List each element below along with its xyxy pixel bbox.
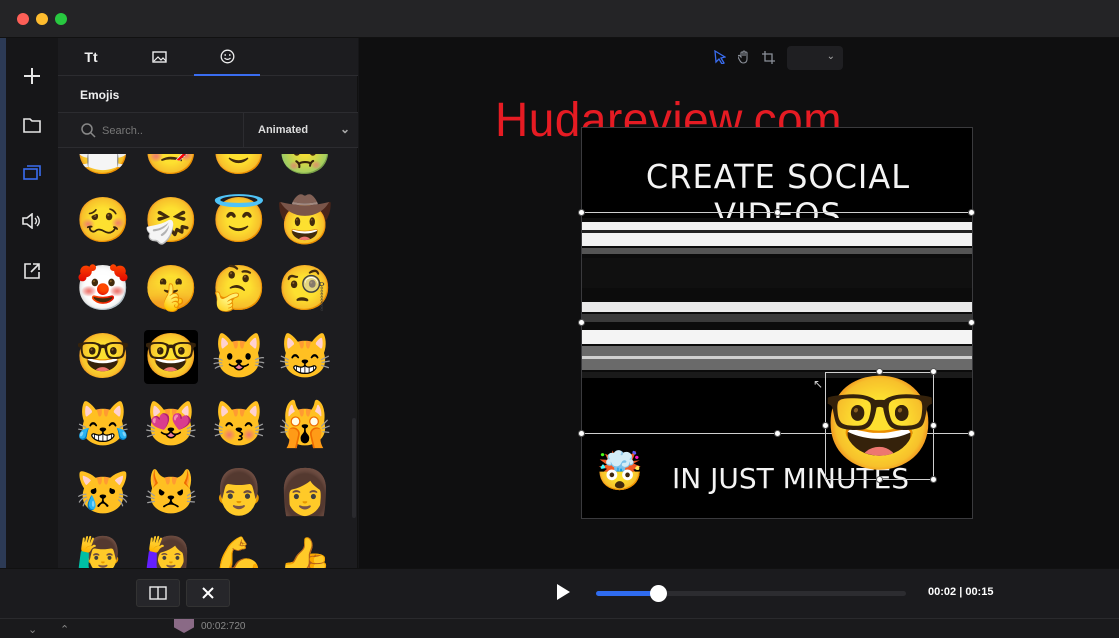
tab-emojis[interactable] (194, 38, 260, 76)
assets-panel: Tt Emojis Animated ⌄ 😷 🤒 🙂 🤢 🥴🤧😇🤠 🤡🤫🤔🧐 🤓🤓 😺😸 😹😻😽… (58, 38, 358, 568)
export-icon[interactable] (18, 257, 46, 285)
audio-icon[interactable] (18, 207, 46, 235)
resize-handle[interactable] (774, 430, 781, 437)
search-row: Animated ⌄ (58, 112, 358, 148)
emoji-resize-handle[interactable] (876, 368, 883, 375)
overlay-nerd-emoji[interactable]: 🤓 (823, 369, 938, 479)
emoji-item[interactable]: 🤡 (76, 262, 131, 316)
emoji-icon (220, 49, 234, 63)
search-input[interactable] (102, 123, 232, 139)
zoom-dropdown[interactable]: ⌄ (787, 46, 843, 70)
chevron-down-icon: ⌄ (339, 122, 350, 136)
tab-text[interactable]: Tt (58, 38, 124, 76)
emoji-item[interactable]: 👩 (278, 466, 333, 520)
section-title: Emojis (80, 88, 120, 102)
play-button[interactable] (555, 583, 573, 603)
resize-handle[interactable] (578, 319, 585, 326)
emoji-grid: 😷 🤒 🙂 🤢 🥴🤧😇🤠 🤡🤫🤔🧐 🤓🤓 😺😸 😹😻😽🙀 😿😾👨👩 🙋‍♂️ 🙋‍♀️ 💪 👍 (58, 154, 358, 568)
image-icon (151, 51, 167, 63)
emoji-item[interactable]: 😻 (144, 398, 199, 452)
emoji-item[interactable]: 😷 (76, 154, 131, 180)
playhead-time: 00:02:720 (201, 621, 246, 632)
mind-blown-emoji[interactable]: 🤯 (596, 450, 643, 494)
close-window-button[interactable] (17, 13, 29, 25)
emoji-item[interactable]: 🥴 (76, 194, 131, 248)
timecode: 00:02 | 00:15 (928, 586, 994, 598)
emoji-item[interactable]: 😾 (144, 466, 199, 520)
layers-icon[interactable] (18, 159, 46, 187)
app-window: Tt Emojis Animated ⌄ 😷🤒🙂🤢🥴🤧😇🤠🤡🤫🤔🧐🤓🤓😺😸😹😻😽… (0, 0, 1119, 638)
emoji-item[interactable]: 🤢 (278, 154, 333, 180)
video-title-block: CREATE SOCIAL VIDEOS (582, 128, 972, 235)
emoji-item[interactable]: 🙂 (212, 154, 267, 180)
panel-tabs: Tt (58, 38, 358, 76)
emoji-item[interactable]: 🤒 (144, 154, 199, 180)
emoji-resize-handle[interactable] (930, 422, 937, 429)
emoji-resize-handle[interactable] (930, 368, 937, 375)
playback-progress (596, 591, 658, 596)
emoji-item[interactable]: 🤠 (278, 194, 333, 248)
emoji-item[interactable]: 🤔 (212, 262, 267, 316)
maximize-window-button[interactable] (55, 13, 67, 25)
split-button[interactable] (136, 579, 180, 607)
playback-bar: 00:02 | 00:15 (0, 568, 1119, 618)
emoji-item[interactable]: 🤓 (76, 330, 131, 384)
hand-pan-icon[interactable] (735, 48, 753, 66)
emoji-item[interactable]: 🙋‍♀️ (144, 534, 199, 569)
tab-images[interactable] (126, 38, 192, 76)
rotate-icon[interactable]: ↖ (813, 377, 823, 391)
emoji-resize-handle[interactable] (930, 476, 937, 483)
panel-scrollbar[interactable] (352, 418, 356, 518)
emoji-item[interactable]: 🤫 (144, 262, 199, 316)
resize-handle[interactable] (968, 209, 975, 216)
resize-handle[interactable] (578, 430, 585, 437)
scrubber-handle[interactable] (650, 585, 667, 602)
emoji-item[interactable]: 😇 (212, 194, 267, 248)
emoji-resize-handle[interactable] (876, 476, 883, 483)
text-icon: Tt (84, 49, 98, 65)
resize-handle[interactable] (968, 319, 975, 326)
resize-handle[interactable] (578, 209, 585, 216)
close-icon (202, 587, 214, 599)
emoji-item[interactable]: 🤓 (144, 330, 198, 384)
emoji-item[interactable]: 👨 (212, 466, 267, 520)
glitch-video-layer[interactable] (582, 218, 972, 378)
emoji-item[interactable]: 😿 (76, 466, 131, 520)
resize-handle[interactable] (774, 209, 781, 216)
minimize-window-button[interactable] (36, 13, 48, 25)
folder-icon[interactable] (18, 111, 46, 139)
play-icon (557, 584, 570, 600)
chevron-up-icon[interactable]: ⌃ (60, 623, 69, 636)
tool-rail (6, 38, 58, 568)
emoji-item[interactable]: 😽 (212, 398, 267, 452)
chevron-down-icon: ⌄ (826, 51, 835, 62)
search-icon (81, 123, 96, 138)
delete-button[interactable] (186, 579, 230, 607)
emoji-item[interactable]: 🙀 (278, 398, 333, 452)
emoji-item[interactable]: 🧐 (278, 262, 333, 316)
emoji-item[interactable]: 😸 (278, 330, 333, 384)
add-icon[interactable] (18, 62, 46, 90)
filter-value: Animated (258, 124, 309, 136)
emoji-item[interactable]: 💪 (212, 534, 267, 569)
playhead-marker[interactable] (174, 619, 194, 633)
emoji-item[interactable]: 😹 (76, 398, 131, 452)
timeline: ⌄ ⌃ 00:02:720 (0, 618, 1119, 638)
emoji-item[interactable]: 😺 (212, 330, 267, 384)
select-pointer-icon[interactable] (711, 48, 729, 66)
emoji-item[interactable]: 👍 (278, 534, 333, 569)
animation-filter-dropdown[interactable]: Animated ⌄ (243, 113, 358, 147)
emoji-item[interactable]: 🤧 (144, 194, 199, 248)
emoji-resize-handle[interactable] (822, 422, 829, 429)
emoji-item[interactable]: 🙋‍♂️ (76, 534, 131, 569)
resize-handle[interactable] (968, 430, 975, 437)
title-bar (0, 0, 1119, 38)
split-icon (149, 586, 167, 600)
playback-scrubber[interactable] (596, 585, 906, 602)
chevron-down-icon[interactable]: ⌄ (28, 623, 37, 636)
crop-icon[interactable] (759, 48, 777, 66)
